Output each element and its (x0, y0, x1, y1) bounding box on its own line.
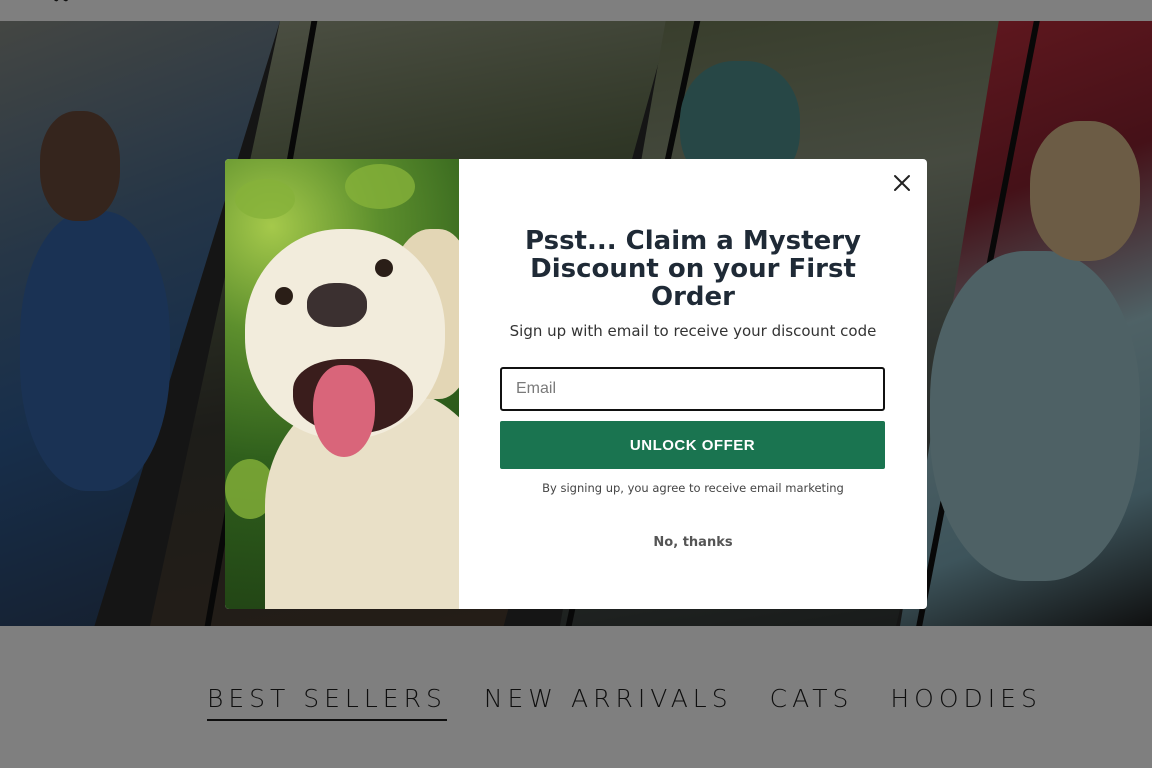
marketing-disclaimer: By signing up, you agree to receive emai… (542, 481, 844, 495)
popup-content: Psst... Claim a Mystery Discount on your… (459, 159, 927, 609)
dog-photo (225, 159, 459, 609)
dog-eye (275, 287, 293, 305)
popup-subtitle: Sign up with email to receive your disco… (509, 322, 877, 340)
unlock-offer-button[interactable]: UNLOCK OFFER (500, 421, 885, 469)
foliage (235, 179, 295, 219)
email-signup-popup: Psst... Claim a Mystery Discount on your… (225, 159, 927, 609)
email-input[interactable] (500, 367, 885, 411)
popup-title: Psst... Claim a Mystery Discount on your… (525, 226, 861, 312)
dog-nose (307, 283, 367, 327)
no-thanks-button[interactable]: No, thanks (629, 531, 757, 553)
foliage (345, 164, 415, 209)
close-icon[interactable] (889, 170, 915, 196)
dog-eye (375, 259, 393, 277)
dog-tongue (313, 365, 375, 457)
